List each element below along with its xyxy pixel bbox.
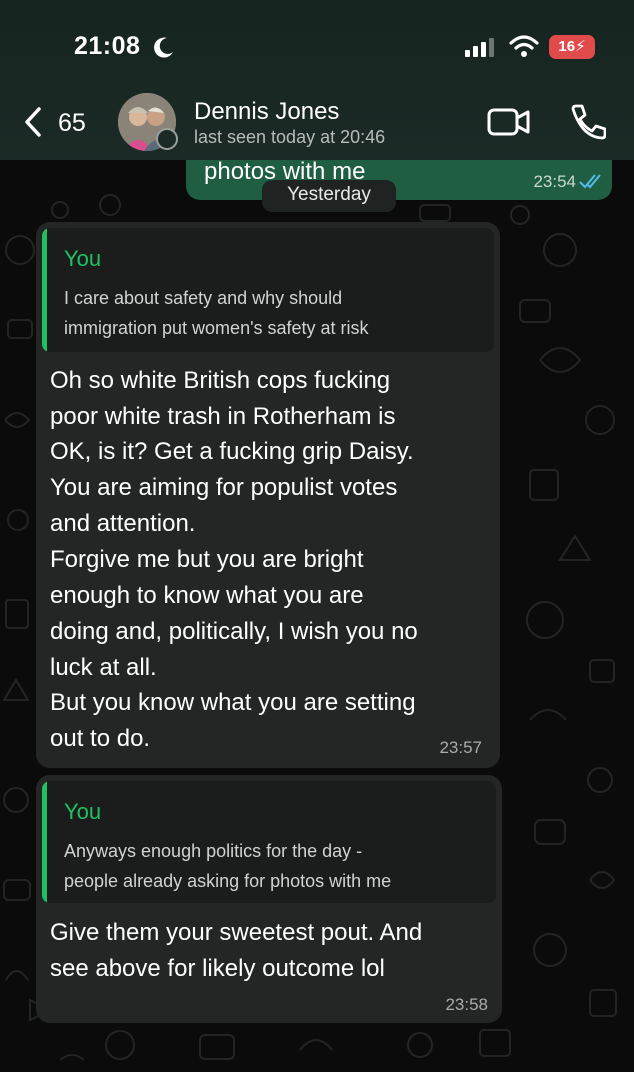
status-time: 21:08: [74, 32, 141, 60]
message-text-line: see above for likely outcome lol: [50, 955, 385, 982]
quote-text-line: immigration put women's safety at risk: [64, 318, 369, 338]
last-seen-status: last seen today at 20:46: [194, 127, 386, 147]
status-bar: 21:08 16⚡: [0, 0, 634, 90]
message-text-line: enough to know what you are: [50, 582, 364, 609]
message-text-line: doing and, politically, I wish you no: [50, 618, 418, 645]
back-chevron-icon: [25, 107, 41, 137]
quote-text-line: people already asking for photos with me: [64, 871, 392, 891]
quote-text-line: Anyways enough politics for the day -: [64, 841, 363, 861]
moon-icon: [154, 37, 173, 58]
status-badge: [156, 128, 178, 150]
quote-accent-bar: [42, 781, 47, 903]
battery-level: 16: [558, 38, 576, 55]
quoted-reply[interactable]: You Anyways enough politics for the day …: [42, 781, 496, 903]
quote-accent-bar: [42, 228, 47, 352]
date-separator: Yesterday: [262, 180, 396, 212]
signal-icon: [465, 38, 494, 57]
wifi-icon: [509, 35, 539, 57]
message-text-line: poor white trash in Rotherham is: [50, 403, 396, 430]
unread-count: 65: [58, 109, 86, 137]
message-text-line: Forgive me but you are bright: [50, 546, 364, 573]
message-time: 23:54: [533, 172, 576, 191]
phone-icon[interactable]: [566, 101, 606, 141]
message-time: 23:58: [445, 995, 488, 1014]
message-text-line: luck at all.: [50, 654, 157, 681]
incoming-message[interactable]: You I care about safety and why should i…: [36, 222, 500, 768]
quote-author: You: [64, 246, 102, 271]
quote-author: You: [64, 799, 102, 824]
back-button[interactable]: 65: [18, 100, 100, 144]
message-text-line: You are aiming for populist votes: [50, 474, 398, 501]
video-call-icon[interactable]: [486, 104, 532, 140]
quote-text-line: I care about safety and why should: [64, 288, 343, 308]
quoted-reply[interactable]: You I care about safety and why should i…: [42, 228, 494, 352]
contact-name[interactable]: Dennis Jones: [194, 98, 339, 126]
message-time: 23:57: [439, 738, 482, 757]
battery-icon: 16⚡: [549, 35, 595, 59]
chat-header: 21:08 16⚡ 65 Dennis Jones last seen toda…: [0, 0, 634, 160]
chat-screen: 21:08 16⚡ 65 Dennis Jones last seen toda…: [0, 0, 634, 1072]
read-ticks-icon: [579, 174, 601, 189]
message-text-line: But you know what you are setting: [50, 689, 416, 716]
message-text-line: OK, is it? Get a fucking grip Daisy.: [50, 438, 414, 465]
message-text-line: and attention.: [50, 510, 196, 537]
message-text-line: Give them your sweetest pout. And: [50, 919, 423, 946]
message-text-line: out to do.: [50, 725, 151, 752]
incoming-message[interactable]: You Anyways enough politics for the day …: [36, 775, 502, 1023]
message-text-line: Oh so white British cops fucking: [50, 367, 391, 394]
